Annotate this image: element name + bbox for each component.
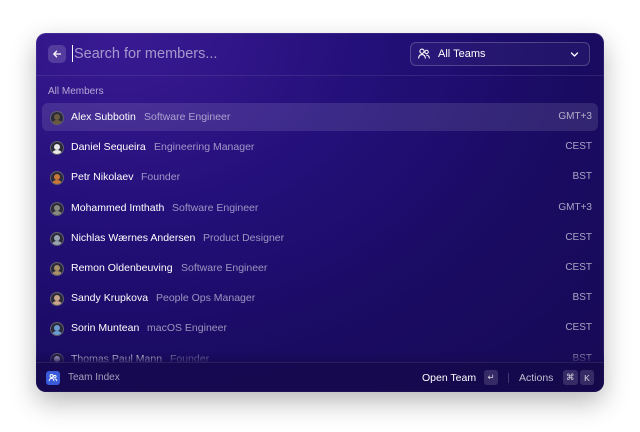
member-name: Nichlas Wærnes Andersen [71, 231, 196, 244]
avatar [50, 201, 64, 216]
member-row[interactable]: Remon Oldenbeuving Software Engineer CEST [42, 254, 598, 282]
people-icon [48, 373, 58, 382]
member-role: Engineering Manager [154, 141, 255, 154]
avatar-body [52, 240, 62, 245]
open-team-button[interactable]: Open Team [422, 372, 476, 384]
member-row[interactable]: Daniel Sequeira Engineering Manager CEST [42, 133, 598, 161]
avatar-body [52, 180, 62, 185]
member-list: Alex Subbotin Software Engineer GMT+3 Danie… [42, 103, 598, 363]
member-timezone: CEST [565, 231, 592, 243]
team-index-window: All Teams All Members Alex Subbotin Softw… [36, 33, 604, 392]
avatar [50, 231, 64, 246]
avatar [50, 262, 64, 276]
avatar-body [52, 150, 62, 155]
text-cursor [72, 45, 73, 62]
people-icon [418, 48, 430, 59]
footer-divider [508, 373, 509, 383]
avatar [50, 171, 64, 186]
avatar [50, 322, 64, 337]
member-timezone: BST [572, 292, 592, 304]
member-timezone: CEST [565, 262, 592, 273]
member-name: Daniel Sequeira [71, 141, 146, 154]
member-name: Sandy Krupkova [71, 292, 149, 305]
avatar-body [52, 331, 62, 336]
member-name: Alex Subbotin [71, 111, 136, 123]
team-filter-dropdown[interactable]: All Teams [410, 42, 590, 66]
member-name: Remon Oldenbeuving [71, 262, 173, 274]
command-key-hint: ⌘ [563, 370, 578, 385]
arrow-left-icon [53, 50, 62, 58]
member-role: Software Engineer [172, 201, 259, 214]
return-key-hint: ↵ [484, 370, 498, 385]
member-name: Petr Nikolaev [71, 171, 134, 184]
member-row[interactable]: Sandy Krupkova People Ops Manager BST [42, 284, 598, 312]
member-row[interactable]: Sorin Muntean macOS Engineer CEST [42, 314, 598, 342]
member-row[interactable]: Petr Nikolaev Founder BST [42, 163, 598, 191]
avatar-body [52, 210, 62, 215]
team-index-app-icon [46, 371, 60, 385]
member-role: People Ops Manager [156, 292, 256, 305]
section-title: All Members [48, 86, 104, 97]
member-name: Mohammed Imthath [71, 201, 165, 214]
member-role: Software Engineer [144, 111, 231, 123]
member-row[interactable]: Alex Subbotin Software Engineer GMT+3 [42, 103, 598, 131]
member-timezone: GMT+3 [558, 201, 592, 213]
member-role: Founder [141, 171, 181, 184]
avatar [50, 111, 64, 125]
member-timezone: CEST [565, 141, 592, 153]
action-bar: Team Index Open Team ↵ Actions ⌘ K [36, 362, 604, 392]
avatar-body [52, 120, 62, 124]
avatar [50, 141, 64, 156]
avatar-head [54, 204, 60, 211]
member-timezone: BST [572, 171, 592, 183]
member-role: Product Designer [203, 231, 285, 244]
actions-button[interactable]: Actions [519, 372, 553, 384]
member-row[interactable]: Mohammed Imthath Software Engineer GMT+3 [42, 194, 598, 222]
member-name: Sorin Muntean [71, 322, 140, 335]
avatar [50, 292, 64, 307]
member-timezone: CEST [565, 322, 592, 334]
k-key-hint: K [580, 370, 594, 385]
chevron-down-icon [570, 52, 579, 57]
member-timezone: GMT+3 [558, 111, 592, 122]
member-role: macOS Engineer [147, 322, 227, 335]
avatar-body [52, 271, 62, 275]
avatar-head [54, 234, 60, 241]
app-name: Team Index [68, 372, 120, 383]
search-bar: All Teams [36, 33, 604, 76]
member-role: Software Engineer [181, 262, 268, 274]
back-button[interactable] [48, 45, 66, 63]
team-filter-label: All Teams [438, 48, 486, 60]
avatar-body [52, 301, 62, 306]
member-row[interactable]: Nichlas Wærnes Andersen Product Designer C… [42, 224, 598, 252]
search-input[interactable] [74, 43, 394, 65]
